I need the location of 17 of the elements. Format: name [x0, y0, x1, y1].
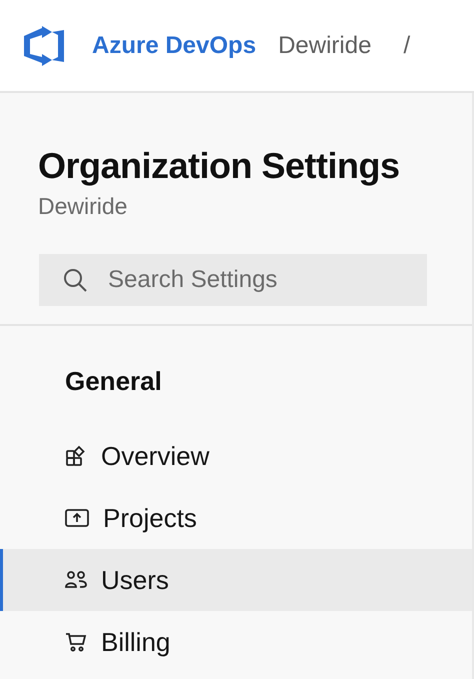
search-field[interactable]: Search Settings — [39, 254, 427, 306]
nav-item[interactable]: Projects — [0, 487, 472, 549]
people-icon — [65, 570, 87, 590]
upload-icon — [65, 508, 89, 528]
grid-icon — [65, 445, 87, 467]
product-name[interactable]: Azure DevOps — [92, 32, 256, 60]
logo-icon — [24, 26, 66, 66]
search-icon — [63, 268, 87, 292]
page-title: Organization Settings — [38, 145, 401, 187]
organization-link[interactable]: Dewiride — [278, 32, 372, 60]
breadcrumb-separator: / — [403, 32, 410, 60]
nav-item[interactable]: Users — [0, 549, 472, 611]
organization-name: Dewiride — [38, 193, 128, 220]
cart-icon — [65, 631, 87, 653]
nav-item[interactable]: Billing — [0, 611, 472, 673]
section-heading: General — [65, 366, 163, 397]
nav-item[interactable]: Overview — [0, 425, 472, 487]
